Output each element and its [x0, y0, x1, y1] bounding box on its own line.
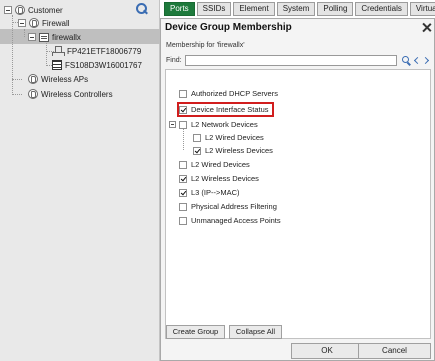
switch-icon: [52, 60, 62, 70]
tree-node-label: firewallx: [52, 32, 81, 42]
tree-node-wireless-aps[interactable]: Wireless APs: [28, 73, 88, 85]
group-item[interactable]: L2 Network Devices: [179, 119, 258, 130]
group-label: L2 Network Devices: [191, 120, 258, 129]
tree-node-label: Customer: [28, 5, 63, 15]
group-icon: [28, 74, 38, 84]
group-checkbox[interactable]: [193, 146, 201, 155]
tree-node-firewallx[interactable]: firewallx: [28, 31, 81, 43]
group-label: L3 (IP-->MAC): [191, 188, 240, 197]
group-label: L2 Wired Devices: [191, 160, 250, 169]
group-item[interactable]: L2 Wired Devices: [193, 132, 264, 143]
group-item[interactable]: L2 Wireless Devices: [179, 173, 259, 184]
group-item[interactable]: Unmanaged Access Points: [179, 215, 281, 226]
tab-polling[interactable]: Polling: [317, 2, 354, 16]
group-label: Authorized DHCP Servers: [191, 89, 278, 98]
find-input[interactable]: [185, 55, 397, 66]
group-icon: [28, 89, 38, 99]
group-item[interactable]: L3 (IP-->MAC): [179, 187, 240, 198]
collapse-toggle-icon[interactable]: [28, 33, 36, 41]
tab-credentials[interactable]: Credentials: [355, 2, 408, 16]
tree-node-fs108[interactable]: FS108D3W16001767: [52, 59, 142, 71]
previous-arrow-icon[interactable]: [412, 56, 421, 66]
tab-virtual[interactable]: Virtua: [409, 2, 435, 16]
create-group-button[interactable]: Create Group: [166, 325, 225, 339]
group-icon: [29, 18, 39, 28]
group-icon: [15, 5, 25, 15]
membership-label: Membership for 'firewallx': [166, 42, 245, 49]
group-tree: Authorized DHCP Servers Device Interface…: [165, 69, 431, 339]
group-item[interactable]: L2 Wired Devices: [179, 159, 250, 170]
group-checkbox[interactable]: [179, 188, 187, 197]
group-checkbox[interactable]: [193, 133, 201, 142]
collapse-toggle-icon[interactable]: [4, 6, 12, 14]
ok-button[interactable]: OK: [291, 343, 363, 359]
tree-node-wireless-controllers[interactable]: Wireless Controllers: [28, 88, 113, 100]
group-label: Unmanaged Access Points: [191, 216, 281, 225]
search-icon[interactable]: [136, 3, 148, 15]
tree-node-label: FP421ETF18006779: [67, 46, 142, 56]
group-checkbox[interactable]: [179, 120, 187, 129]
find-label: Find:: [166, 57, 182, 64]
group-item[interactable]: L2 Wireless Devices: [193, 145, 273, 156]
group-checkbox[interactable]: [179, 89, 187, 98]
tree-node-label: Wireless Controllers: [41, 89, 113, 99]
cancel-button[interactable]: Cancel: [358, 343, 431, 359]
highlight-box: [177, 102, 274, 117]
tree-node-fp421[interactable]: FP421ETF18006779: [52, 45, 141, 57]
tree-node-label: Firewall: [42, 18, 70, 28]
close-icon[interactable]: [422, 23, 431, 32]
group-label: L2 Wireless Devices: [205, 146, 273, 155]
tree-connector: [24, 29, 25, 37]
tab-bar: Ports SSIDs Element System Polling Crede…: [164, 2, 435, 17]
group-item[interactable]: Authorized DHCP Servers: [179, 88, 278, 99]
group-item[interactable]: Physical Address Filtering: [179, 201, 277, 212]
device-group-membership-dialog: Device Group Membership Membership for '…: [160, 18, 435, 361]
group-checkbox[interactable]: [179, 216, 187, 225]
tree-connector: [12, 79, 22, 80]
group-label: Physical Address Filtering: [191, 202, 277, 211]
tree-node-firewall[interactable]: Firewall: [18, 17, 70, 29]
firewall-icon: [39, 32, 49, 42]
tab-element[interactable]: Element: [233, 2, 275, 16]
device-tree-panel: Customer Firewall firewallx FP421ETF1800…: [0, 0, 160, 361]
dialog-title: Device Group Membership: [165, 22, 292, 33]
tab-ports[interactable]: Ports: [164, 2, 195, 16]
tree-connector: [12, 94, 22, 95]
tab-system[interactable]: System: [276, 2, 316, 16]
group-label: L2 Wired Devices: [205, 133, 264, 142]
tree-node-label: FS108D3W16001767: [65, 60, 142, 70]
group-checkbox[interactable]: [179, 202, 187, 211]
collapse-all-button[interactable]: Collapse All: [229, 325, 282, 339]
tree-node-customer[interactable]: Customer: [4, 4, 63, 16]
group-label: L2 Wireless Devices: [191, 174, 259, 183]
tree-connector: [46, 43, 47, 66]
tree-connector: [12, 15, 13, 95]
group-checkbox[interactable]: [179, 174, 187, 183]
access-point-icon: [52, 46, 65, 56]
tree-connector: [183, 129, 184, 150]
collapse-toggle-icon[interactable]: [18, 19, 26, 27]
tab-ssids[interactable]: SSIDs: [196, 2, 232, 16]
next-arrow-icon[interactable]: [423, 56, 432, 66]
group-checkbox[interactable]: [179, 160, 187, 169]
tree-node-label: Wireless APs: [41, 74, 89, 84]
search-icon[interactable]: [402, 56, 412, 66]
collapse-toggle-icon[interactable]: [169, 121, 176, 128]
